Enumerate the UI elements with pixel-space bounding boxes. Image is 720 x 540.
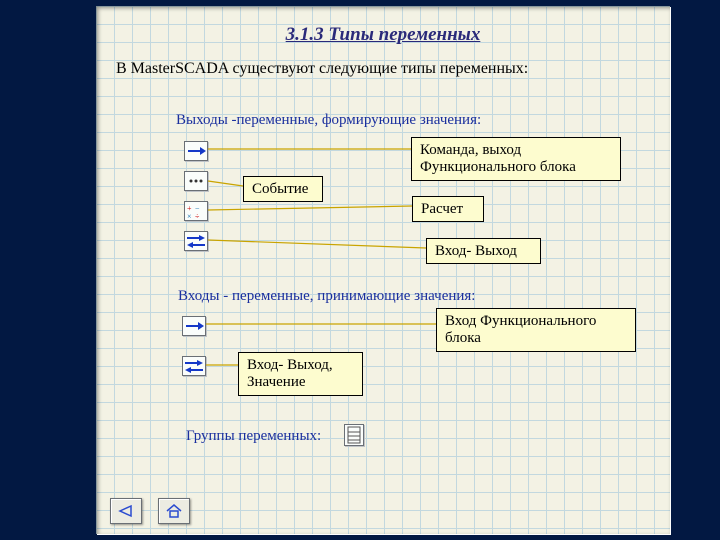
nav-buttons [110,498,190,524]
back-button[interactable] [110,498,142,524]
grid-paper: 3.1.3 Типы переменных В MasterSCADA суще… [96,6,670,534]
home-icon [165,503,183,519]
home-button[interactable] [158,498,190,524]
triangle-left-icon [117,504,135,518]
leader-lines [96,6,670,534]
